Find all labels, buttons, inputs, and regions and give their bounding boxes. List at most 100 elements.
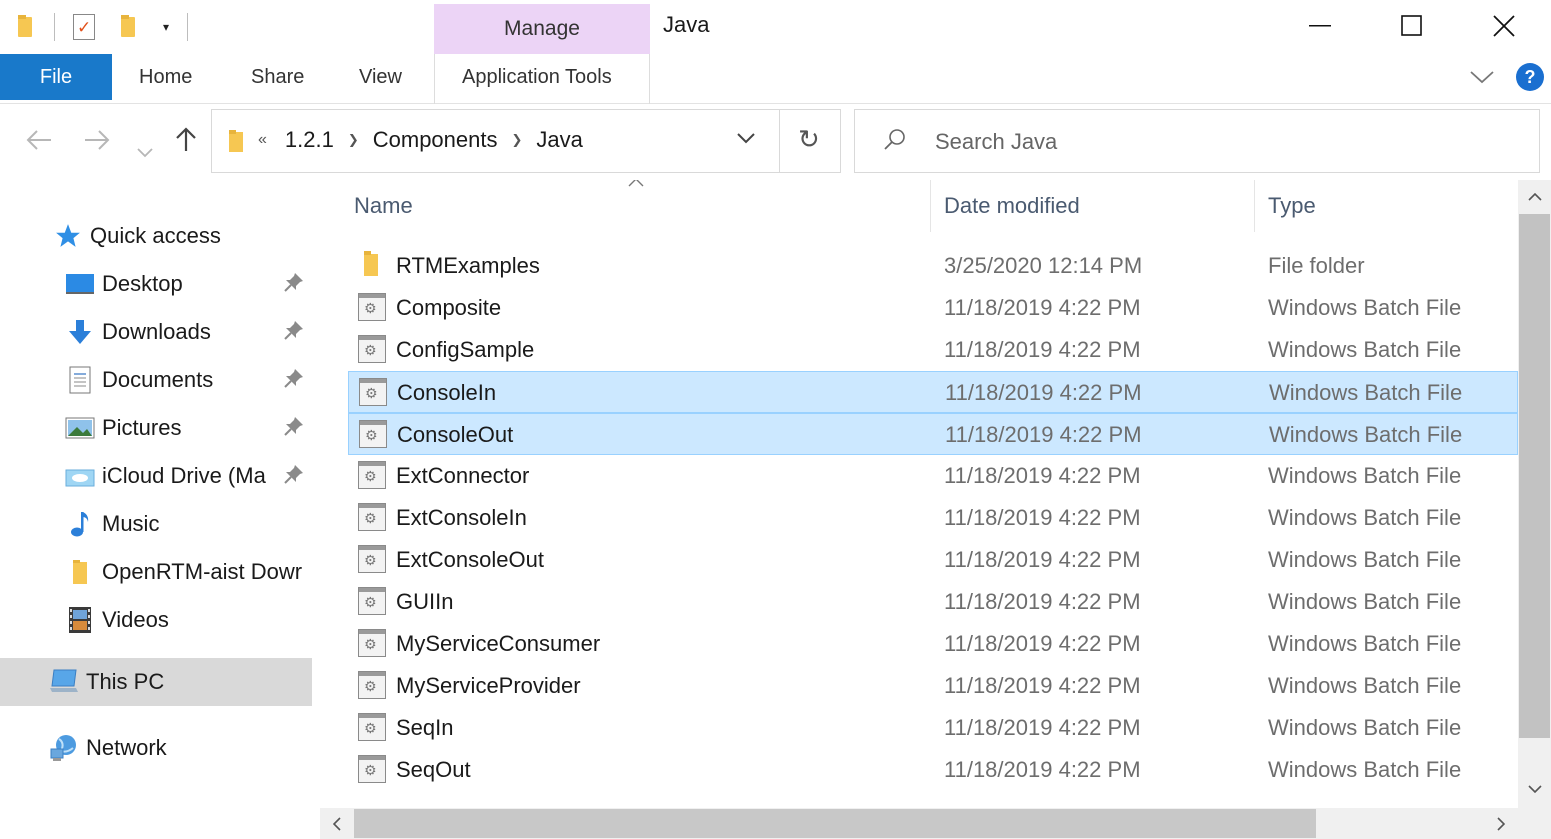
file-date-modified: 3/25/2020 12:14 PM	[944, 253, 1143, 278]
up-button[interactable]	[175, 126, 197, 159]
scroll-thumb[interactable]	[354, 809, 1316, 838]
maximize-button[interactable]	[1366, 0, 1458, 52]
batch-file-icon: ⚙	[358, 671, 386, 699]
address-bar[interactable]: « 1.2.1 ❯ Components ❯ Java ↻	[211, 109, 841, 173]
pin-icon[interactable]	[284, 368, 304, 393]
minimize-button[interactable]	[1275, 0, 1367, 52]
file-name: SeqOut	[396, 757, 471, 782]
column-divider[interactable]	[1254, 180, 1255, 232]
refresh-button[interactable]: ↻	[798, 124, 820, 155]
nav-item-icloud-drive[interactable]: iCloud Drive (Ma	[0, 454, 316, 498]
file-date-modified: 11/18/2019 4:22 PM	[944, 547, 1141, 572]
file-list: Name Date modified Type RTMExamples 3/25/…	[316, 180, 1518, 808]
file-name: ConsoleIn	[397, 380, 497, 405]
nav-item-downloads[interactable]: Downloads	[0, 310, 316, 354]
file-name: ExtConsoleOut	[396, 547, 544, 572]
search-input[interactable]: Search Java	[935, 129, 1057, 155]
file-row[interactable]: ⚙ GUIIn 11/18/2019 4:22 PM Windows Batch Fi…	[348, 581, 1518, 623]
nav-item-videos[interactable]: Videos	[0, 598, 316, 642]
help-button[interactable]: ?	[1516, 63, 1544, 91]
customize-toolbar-button[interactable]: ▾	[163, 20, 169, 34]
recent-locations-button[interactable]	[137, 134, 153, 165]
pin-icon[interactable]	[284, 416, 304, 441]
star-icon	[52, 221, 84, 251]
scroll-right-button[interactable]	[1484, 808, 1518, 839]
nav-item-desktop[interactable]: Desktop	[0, 262, 316, 306]
nav-item-music[interactable]: Music	[0, 502, 316, 546]
chevron-right-icon[interactable]: ❯	[512, 132, 523, 148]
nav-item-documents[interactable]: Documents	[0, 358, 316, 402]
column-header-type[interactable]: Type	[1268, 180, 1508, 232]
breadcrumb-overflow[interactable]: «	[258, 131, 267, 149]
file-row[interactable]: ⚙ ExtConsoleIn 11/18/2019 4:22 PM Windows B…	[348, 497, 1518, 539]
scroll-up-button[interactable]	[1518, 182, 1551, 212]
folder-icon[interactable]	[16, 15, 36, 39]
address-dropdown-button[interactable]	[736, 128, 756, 149]
back-button[interactable]	[26, 126, 52, 157]
file-row[interactable]: ⚙ ExtConsoleOut 11/18/2019 4:22 PM Windows …	[348, 539, 1518, 581]
column-header-label: Date modified	[944, 193, 1080, 218]
tab-application-tools[interactable]: Application Tools	[462, 54, 612, 100]
file-date-modified: 11/18/2019 4:22 PM	[944, 463, 1141, 488]
column-header-name[interactable]: Name	[354, 180, 930, 232]
scroll-down-button[interactable]	[1518, 774, 1551, 804]
file-row[interactable]: ⚙ Composite 11/18/2019 4:22 PM Windows Batc…	[348, 287, 1518, 329]
nav-item-pictures[interactable]: Pictures	[0, 406, 316, 450]
forward-button[interactable]	[84, 126, 110, 157]
scroll-thumb[interactable]	[1519, 214, 1550, 738]
tab-file[interactable]: File	[0, 54, 112, 100]
pin-icon[interactable]	[284, 464, 304, 489]
chevron-right-icon[interactable]: ❯	[348, 132, 359, 148]
file-type: Windows Batch File	[1268, 673, 1462, 698]
tab-manage[interactable]: Manage	[434, 4, 650, 54]
search-box[interactable]: Search Java	[854, 109, 1540, 173]
pin-icon[interactable]	[284, 272, 304, 297]
nav-quick-access[interactable]: Quick access	[0, 214, 316, 258]
expand-ribbon-button[interactable]	[1470, 64, 1494, 90]
nav-network[interactable]: Network	[0, 726, 316, 770]
file-name: MyServiceProvider	[396, 673, 581, 698]
close-button[interactable]	[1458, 0, 1550, 52]
tab-home[interactable]: Home	[139, 54, 192, 100]
breadcrumb-item[interactable]: Java	[536, 127, 582, 153]
file-row[interactable]: ⚙ ConfigSample 11/18/2019 4:22 PM Windows B…	[348, 329, 1518, 371]
file-date-modified: 11/18/2019 4:22 PM	[944, 295, 1141, 320]
column-header-date[interactable]: Date modified	[944, 180, 1254, 232]
tab-share[interactable]: Share	[251, 54, 304, 100]
breadcrumb-item[interactable]: Components	[373, 127, 498, 153]
vertical-scrollbar[interactable]	[1518, 180, 1551, 808]
pin-icon[interactable]	[284, 320, 304, 345]
scroll-left-button[interactable]	[320, 808, 354, 839]
file-row[interactable]: ⚙ SeqOut 11/18/2019 4:22 PM Windows Batch F…	[348, 749, 1518, 791]
file-name: GUIIn	[396, 589, 454, 614]
forward-arrow-icon	[85, 130, 110, 150]
new-folder-icon[interactable]	[119, 15, 139, 39]
videos-icon	[64, 605, 96, 635]
tab-view[interactable]: View	[359, 54, 402, 100]
column-divider[interactable]	[930, 180, 931, 232]
breadcrumb: « 1.2.1 ❯ Components ❯ Java	[258, 127, 583, 153]
file-row[interactable]: RTMExamples 3/25/2020 12:14 PM File folder	[348, 245, 1518, 287]
chevron-right-icon	[1497, 816, 1505, 831]
file-row[interactable]: ⚙ ExtConnector 11/18/2019 4:22 PM Windows B…	[348, 455, 1518, 497]
file-row[interactable]: ⚙ ConsoleIn 11/18/2019 4:22 PM Windows Batc…	[348, 371, 1518, 413]
horizontal-scrollbar[interactable]	[320, 808, 1518, 839]
downloads-icon	[64, 317, 96, 347]
title-bar: ✓ ▾ Manage Java	[0, 0, 1551, 54]
nav-item-openrtm-folder[interactable]: OpenRTM-aist Dowr	[0, 550, 316, 594]
file-row[interactable]: ⚙ ConsoleOut 11/18/2019 4:22 PM Windows Bat…	[348, 413, 1518, 455]
close-icon	[1493, 15, 1515, 37]
properties-icon[interactable]: ✓	[73, 14, 95, 40]
nav-label: Videos	[102, 607, 169, 632]
batch-file-icon: ⚙	[358, 503, 386, 531]
file-type: Windows Batch File	[1268, 715, 1462, 740]
batch-file-icon: ⚙	[358, 293, 386, 321]
toolbar-divider	[54, 13, 55, 41]
nav-this-pc[interactable]: This PC	[0, 658, 312, 706]
breadcrumb-item[interactable]: 1.2.1	[285, 127, 334, 153]
file-row[interactable]: ⚙ MyServiceProvider 11/18/2019 4:22 PM Wind…	[348, 665, 1518, 707]
file-row[interactable]: ⚙ MyServiceConsumer 11/18/2019 4:22 PM Wind…	[348, 623, 1518, 665]
file-row[interactable]: ⚙ SeqIn 11/18/2019 4:22 PM Windows Batch Fi…	[348, 707, 1518, 749]
file-date-modified: 11/18/2019 4:22 PM	[944, 589, 1141, 614]
file-name: ConfigSample	[396, 337, 535, 362]
